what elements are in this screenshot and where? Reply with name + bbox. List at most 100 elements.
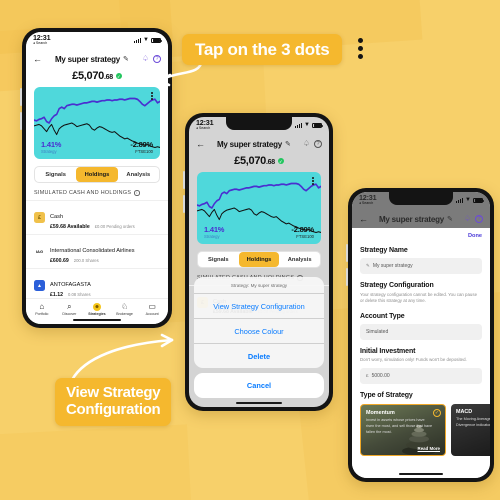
wifi-icon: ▼ [304, 122, 310, 128]
holding-row-iag[interactable]: IAG International Consolidated Airlines … [26, 234, 168, 268]
strategy-label: Strategy [204, 234, 220, 239]
strategy-return: 1.41% [204, 224, 225, 234]
strategy-card-name: Momentum [366, 409, 395, 416]
signal-bars-icon [455, 197, 464, 203]
holding-row-cash[interactable]: £ Cash £59.68 Available £0.00 Pending or… [26, 200, 168, 234]
holding-sub: 0.08 Shares [67, 292, 91, 297]
done-button[interactable]: Done [360, 233, 482, 239]
benchmark-label: FTSE100 [135, 149, 153, 154]
cash-icon: £ [34, 212, 45, 223]
section-header: SIMULATED CASH AND HOLDINGS i [26, 183, 168, 200]
volume-button [183, 171, 185, 189]
action-sheet-title: Strategy: My super strategy [194, 277, 324, 294]
action-view-strategy-configuration[interactable]: View Strategy Configuration [194, 294, 324, 319]
chart-legend: 1.41% Strategy -2.89% FTSE100 [41, 140, 153, 155]
tab-signals[interactable]: Signals [198, 252, 239, 267]
performance-chart[interactable]: 1.41% Strategy -2.89% FTSE100 [34, 87, 160, 159]
tutorial-graphic: 12:31 ◂ Search ▼ ← My super strategy ✎ ♤ [0, 0, 500, 500]
tab-holdings[interactable]: Holdings [238, 252, 280, 267]
chart-legend: 1.41% Strategy -2.89% FTSE100 [204, 225, 314, 240]
heading-type-of-strategy: Type of Strategy [360, 391, 413, 399]
strategy-card-macd[interactable]: MACD The Moving Average Convergence Dive… [451, 403, 490, 456]
benchmark-return: -2.89% [291, 224, 314, 234]
phone-mockup-1: 12:31 ◂ Search ▼ ← My super strategy ✎ ♤ [20, 28, 172, 328]
background-band [0, 424, 193, 500]
three-dots-icon [358, 38, 363, 60]
pencil-icon[interactable]: ✎ [447, 215, 453, 223]
callout-tap-three-dots: Tap on the 3 dots [182, 34, 343, 65]
check-circle-icon: ✓ [433, 408, 441, 417]
action-choose-colour[interactable]: Choose Colour [194, 319, 324, 344]
callout-view-strategy-configuration: View Strategy Configuration [55, 378, 172, 426]
strategy-name-field[interactable]: ✎ My super strategy [360, 258, 482, 274]
tab-analysis[interactable]: Analysis [118, 167, 159, 182]
holding-sub: 200.0 Shares [73, 258, 99, 263]
strategy-name-value: My super strategy [372, 263, 413, 269]
home-indicator [399, 472, 443, 475]
kebab-menu-icon[interactable] [151, 92, 153, 101]
bell-icon[interactable]: ♤ [464, 215, 471, 223]
back-arrow-icon[interactable]: ← [33, 54, 42, 64]
balance-row: £5,070.68 ✓ [189, 154, 329, 172]
antofagasta-logo-icon: ▲ [34, 280, 45, 291]
nav-item-account[interactable]: ▭ Account [138, 301, 166, 316]
nav-label: Portfolio [35, 312, 49, 316]
action-delete[interactable]: Delete [194, 344, 324, 368]
info-icon[interactable]: i [134, 190, 140, 196]
holding-name: Cash [50, 214, 64, 220]
graduation-cap-icon: ♘ [120, 301, 129, 311]
initial-investment-field: £ 5000.00 [360, 367, 482, 384]
app-bar: ← My super strategy ✎ ♤ ? [26, 52, 168, 69]
status-search-label: ◂ Search [359, 201, 374, 206]
volume-button [20, 88, 22, 106]
chart-line-strategy [197, 182, 321, 209]
back-arrow-icon[interactable]: ← [359, 214, 368, 224]
tab-holdings[interactable]: Holdings [76, 167, 118, 182]
back-arrow-icon[interactable]: ← [196, 139, 205, 149]
page-title: My super strategy [216, 139, 283, 149]
status-search-label: ◂ Search [196, 126, 211, 131]
benchmark-label: FTSE100 [296, 234, 314, 239]
bell-icon[interactable]: ♤ [142, 55, 149, 63]
pencil-icon[interactable]: ✎ [285, 140, 291, 148]
home-indicator [73, 318, 121, 321]
balance-row: £5,070.68 ✓ [26, 69, 168, 87]
help-icon[interactable]: ? [153, 55, 161, 63]
pencil-icon[interactable]: ✎ [123, 55, 129, 63]
heading-strategy-name: Strategy Name [360, 247, 408, 254]
holding-value: £600.69 [50, 258, 69, 264]
nav-item-brokerage[interactable]: ♘ Brokerage [111, 301, 139, 316]
strategy-label: Strategy [41, 149, 57, 154]
heading-initial-investment: Initial Investment [360, 347, 416, 355]
help-icon[interactable]: ? [475, 215, 483, 223]
help-icon[interactable]: ? [314, 140, 322, 148]
status-search-label: ◂ Search [33, 41, 48, 46]
config-hint: Your strategy configuration cannot be ed… [360, 291, 478, 304]
read-more-link[interactable]: Read More [418, 446, 440, 451]
nav-item-portfolio[interactable]: ⌂ Portfolio [28, 301, 56, 316]
action-sheet: Strategy: My super strategy View Strateg… [189, 277, 329, 407]
strategy-card-momentum[interactable]: ✓ Momentum Invest in assets whose prices… [360, 403, 446, 456]
nav-item-discover[interactable]: ⌕ Discover [56, 302, 84, 316]
heading-account-type: Account Type [360, 312, 405, 320]
tab-analysis[interactable]: Analysis [279, 252, 320, 267]
bell-icon[interactable]: ♤ [303, 140, 310, 148]
battery-icon [151, 37, 162, 43]
performance-chart[interactable]: 1.41% Strategy -2.89% FTSE100 [197, 172, 321, 244]
page-title: My super strategy [54, 54, 121, 64]
legend-benchmark: -2.89% FTSE100 [291, 225, 314, 240]
nav-label: Discover [62, 312, 77, 316]
status-bar: 12:31 ◂ Search ▼ [26, 32, 168, 52]
tab-signals[interactable]: Signals [35, 167, 76, 182]
holding-sub: £0.00 Pending orders [94, 224, 135, 229]
phone-mockup-3: 12:31 ◂ Search ▼ ← My super strategy ✎ ♤ [346, 188, 494, 482]
wallet-icon: ▭ [148, 301, 156, 311]
kebab-menu-icon[interactable] [312, 177, 314, 186]
action-cancel[interactable]: Cancel [194, 373, 324, 398]
battery-icon [473, 197, 484, 203]
phone-mockup-2: 12:31 ◂ Search ▼ ← My super strategy ✎ ♤ [183, 113, 333, 411]
home-icon: ⌂ [39, 301, 45, 311]
legend-strategy: 1.41% Strategy [204, 225, 224, 240]
nav-item-strategies[interactable]: ☻ Strategies [83, 302, 111, 316]
strategy-card-description: Invest in assets whose prices have risen… [366, 417, 433, 434]
